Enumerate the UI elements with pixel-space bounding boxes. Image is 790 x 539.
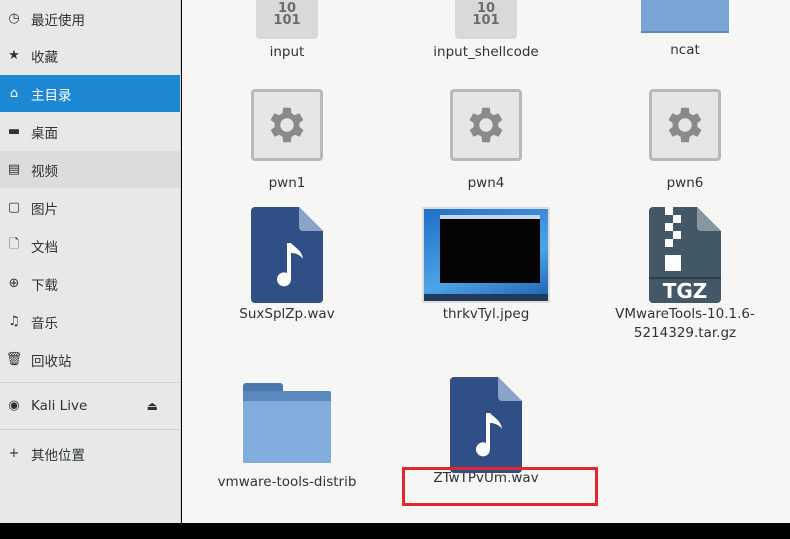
clock-icon: ◷ (8, 11, 20, 26)
file-name: input (269, 44, 305, 60)
sidebar-item-desktop[interactable]: ▬ 桌面 (0, 113, 180, 150)
sidebar-item-trash[interactable]: 🗑 回收站 (0, 341, 180, 378)
music-icon: ♫ (8, 314, 20, 329)
file-item[interactable]: vmware-tools-distrib (217, 383, 357, 492)
gear-icon (450, 89, 522, 161)
film-icon: ▤ (7, 162, 21, 177)
sidebar-item-label: 回收站 (31, 353, 72, 370)
sidebar-item-other-locations[interactable]: + 其他位置 (0, 435, 180, 472)
sidebar-item-label: 最近使用 (31, 12, 85, 29)
sidebar-item-label: 主目录 (31, 87, 72, 104)
image-icon: ▢ (7, 200, 21, 215)
sidebar-item-downloads[interactable]: ⊕ 下载 (0, 265, 180, 302)
file-name: ncat (670, 42, 700, 58)
file-name: pwn6 (666, 175, 704, 191)
sidebar-item-kali-live[interactable]: ◉ Kali Live ⏏ (0, 387, 180, 424)
plus-icon: + (8, 446, 20, 461)
archive-badge: TGZ (662, 279, 708, 303)
sidebar-item-starred[interactable]: ★ 收藏 (0, 37, 180, 74)
file-item[interactable]: pwn1 (217, 89, 357, 193)
file-grid: 10 101 input 10 101 input_shellcode ncat p… (182, 0, 790, 523)
binary-file-icon: 10 101 (256, 0, 318, 39)
image-thumbnail (422, 207, 550, 303)
file-name: pwn4 (467, 175, 505, 191)
trash-icon: 🗑 (5, 352, 23, 367)
file-item[interactable]: TGZ VMwareTools-10.1.6-5214329.tar.gz (615, 207, 755, 343)
sidebar-item-videos[interactable]: ▤ 视频 (0, 151, 180, 188)
sidebar-item-label: 音乐 (31, 315, 58, 332)
sidebar-item-label: 其他位置 (31, 447, 85, 464)
file-name: SuxSplZp.wav (239, 306, 335, 322)
sidebar-item-recent[interactable]: ◷ 最近使用 (0, 0, 180, 37)
sidebar-item-documents[interactable]: 🗋 文档 (0, 227, 180, 264)
disc-icon: ◉ (8, 398, 20, 413)
file-item[interactable]: SuxSplZp.wav (217, 207, 357, 324)
archive-file-icon: TGZ (649, 207, 721, 303)
divider (0, 382, 180, 383)
file-item[interactable]: 10 101 input_shellcode (416, 0, 556, 62)
bottom-bar (0, 523, 790, 539)
sidebar-item-label: 视频 (31, 163, 58, 180)
file-item[interactable]: 10 101 input (217, 0, 357, 62)
file-item[interactable]: pwn4 (416, 89, 556, 193)
file-name: vmware-tools-distrib (217, 474, 357, 490)
sidebar-item-label: 图片 (31, 201, 58, 218)
sidebar-item-label: 桌面 (31, 125, 58, 142)
audio-file-icon (450, 377, 522, 473)
sidebar: ◷ 最近使用 ★ 收藏 ⌂ 主目录 ▬ 桌面 ▤ 视频 ▢ 图片 🗋 文档 ⊕ 下载 ♫ 音乐 🗑… (0, 0, 181, 523)
sidebar-item-music[interactable]: ♫ 音乐 (0, 303, 180, 340)
divider (0, 429, 180, 430)
file-item[interactable]: ncat (615, 0, 755, 60)
gear-icon (649, 89, 721, 161)
sidebar-item-label: Kali Live (31, 397, 88, 414)
highlight-box (402, 467, 598, 506)
sidebar-item-label: 下载 (31, 277, 58, 294)
file-item[interactable]: pwn6 (615, 89, 755, 193)
audio-file-icon (251, 207, 323, 303)
file-name: pwn1 (268, 175, 306, 191)
sidebar-item-label: 收藏 (31, 49, 58, 66)
document-icon: 🗋 (8, 236, 20, 252)
folder-icon (641, 0, 729, 33)
file-name: thrkvTyl.jpeg (442, 306, 530, 322)
sidebar-item-home[interactable]: ⌂ 主目录 (0, 75, 180, 112)
home-icon: ⌂ (9, 86, 19, 101)
file-item[interactable]: thrkvTyl.jpeg (416, 207, 556, 324)
sidebar-item-label: 文档 (31, 239, 58, 256)
folder-icon: ▬ (7, 124, 21, 139)
binary-file-icon: 10 101 (455, 0, 517, 39)
sidebar-item-pictures[interactable]: ▢ 图片 (0, 189, 180, 226)
star-icon: ★ (8, 48, 20, 63)
folder-icon (243, 383, 331, 463)
eject-icon[interactable]: ⏏ (147, 399, 158, 413)
gear-icon (251, 89, 323, 161)
download-icon: ⊕ (8, 276, 20, 291)
file-name: input_shellcode (433, 44, 539, 60)
file-name: VMwareTools-10.1.6-5214329.tar.gz (615, 306, 755, 341)
